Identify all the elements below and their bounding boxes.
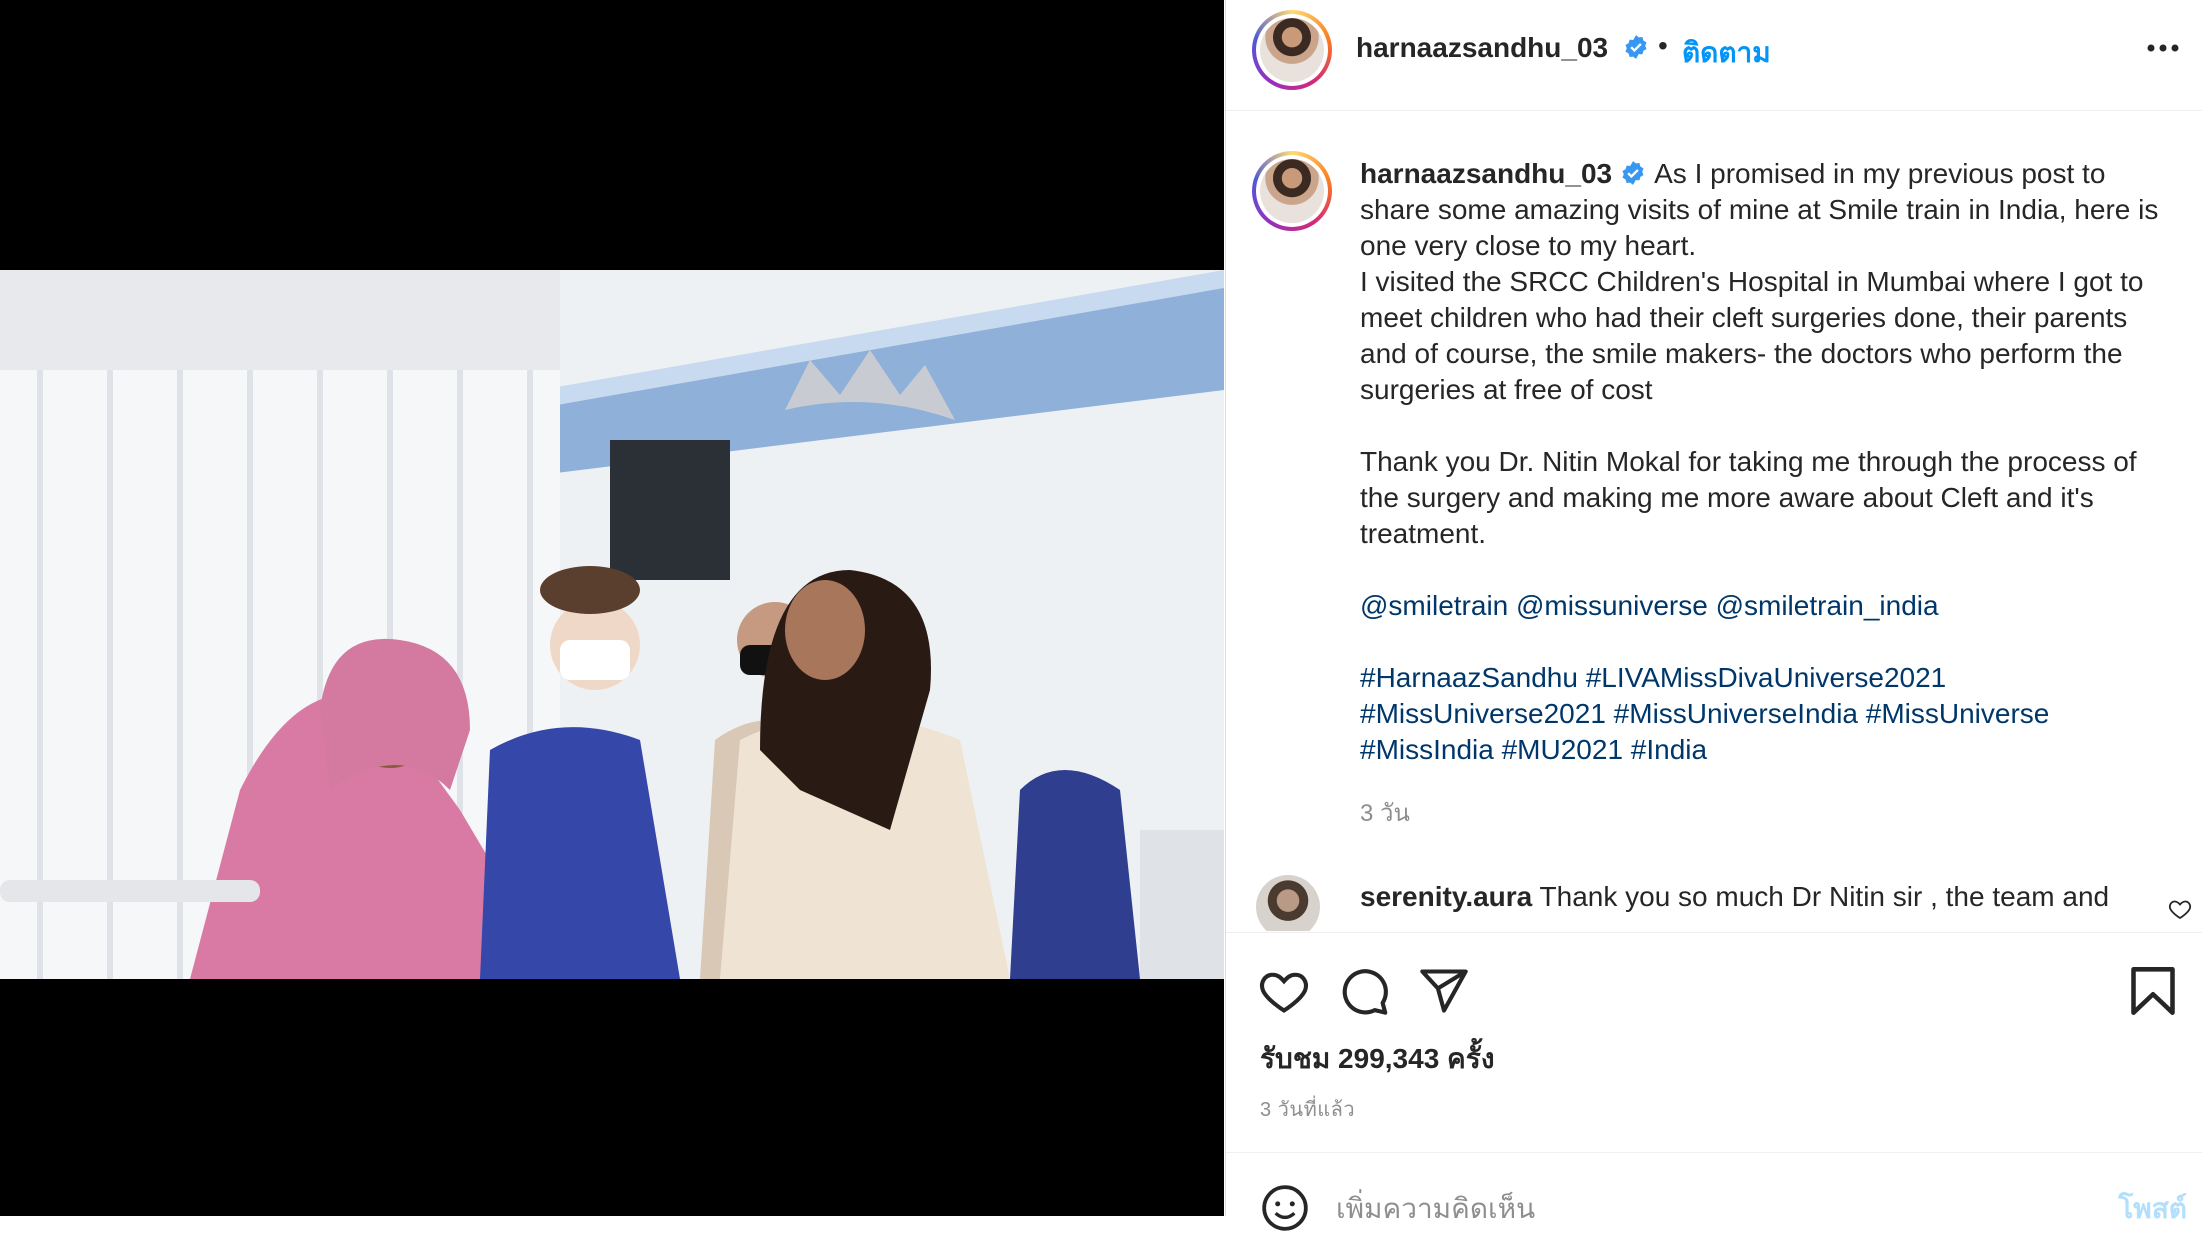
comment-item: serenity.aura Thank you so much Dr Nitin… [1256, 875, 2196, 931]
caption-mentions[interactable]: @smiletrain @missuniverse @smiletrain_in… [1360, 590, 1939, 621]
post-side-panel: harnaazsandhu_03 • ติดตาม harnaazsandhu_… [1225, 0, 2202, 1231]
comment-input[interactable]: เพิ่มความคิดเห็น [1336, 1187, 1535, 1231]
caption-hashtags[interactable]: #HarnaazSandhu #LIVAMissDivaUniverse2021… [1360, 662, 2057, 765]
caption-scroll-area[interactable]: harnaazsandhu_03 As I promised in my prev… [1226, 111, 2202, 931]
post-age: 3 วันที่แล้ว [1260, 1099, 1356, 1121]
heart-icon[interactable] [1258, 965, 1310, 1017]
caption-username[interactable]: harnaazsandhu_03 [1360, 158, 1612, 189]
caption-author-avatar[interactable] [1252, 151, 1332, 231]
author-avatar[interactable] [1252, 10, 1332, 90]
follow-button[interactable]: ติดตาม [1682, 31, 1771, 75]
verified-badge-icon [1625, 35, 1647, 59]
post-video[interactable] [0, 270, 1224, 979]
verified-badge-icon [1622, 161, 1644, 185]
caption-timestamp: 3 วัน [1360, 800, 1410, 827]
post-comment-button[interactable]: โพสต์ [2118, 1187, 2187, 1231]
bookmark-icon[interactable] [2129, 965, 2177, 1017]
comment-body: Thank you so much Dr Nitin sir , the tea… [1539, 881, 2110, 912]
commenter-username[interactable]: serenity.aura [1360, 881, 1532, 912]
video-frame-illustration [0, 270, 1224, 979]
comment-bubble-icon[interactable] [1338, 965, 1390, 1017]
emoji-icon[interactable] [1260, 1183, 1310, 1233]
views-count[interactable]: รับชม 299,343 ครั้ง [1260, 1037, 1495, 1081]
comment-like-heart-icon[interactable] [2168, 897, 2192, 921]
post-header: harnaazsandhu_03 • ติดตาม [1226, 0, 2202, 111]
add-comment-bar: เพิ่มความคิดเห็น โพสต์ [1226, 1152, 2202, 1231]
header-separator: • [1658, 30, 1668, 61]
caption-body: As I promised in my previous post to sha… [1360, 158, 2159, 549]
caption-text: harnaazsandhu_03 As I promised in my prev… [1360, 156, 2160, 768]
commenter-avatar[interactable] [1256, 875, 1320, 931]
more-options-icon[interactable] [2143, 32, 2183, 64]
comment-text: serenity.aura Thank you so much Dr Nitin… [1360, 879, 2150, 915]
paper-plane-icon[interactable] [1418, 965, 1470, 1017]
media-pane [0, 0, 1224, 1216]
post-actions: รับชม 299,343 ครั้ง 3 วันที่แล้ว [1226, 932, 2202, 1153]
author-username[interactable]: harnaazsandhu_03 [1356, 32, 1608, 64]
